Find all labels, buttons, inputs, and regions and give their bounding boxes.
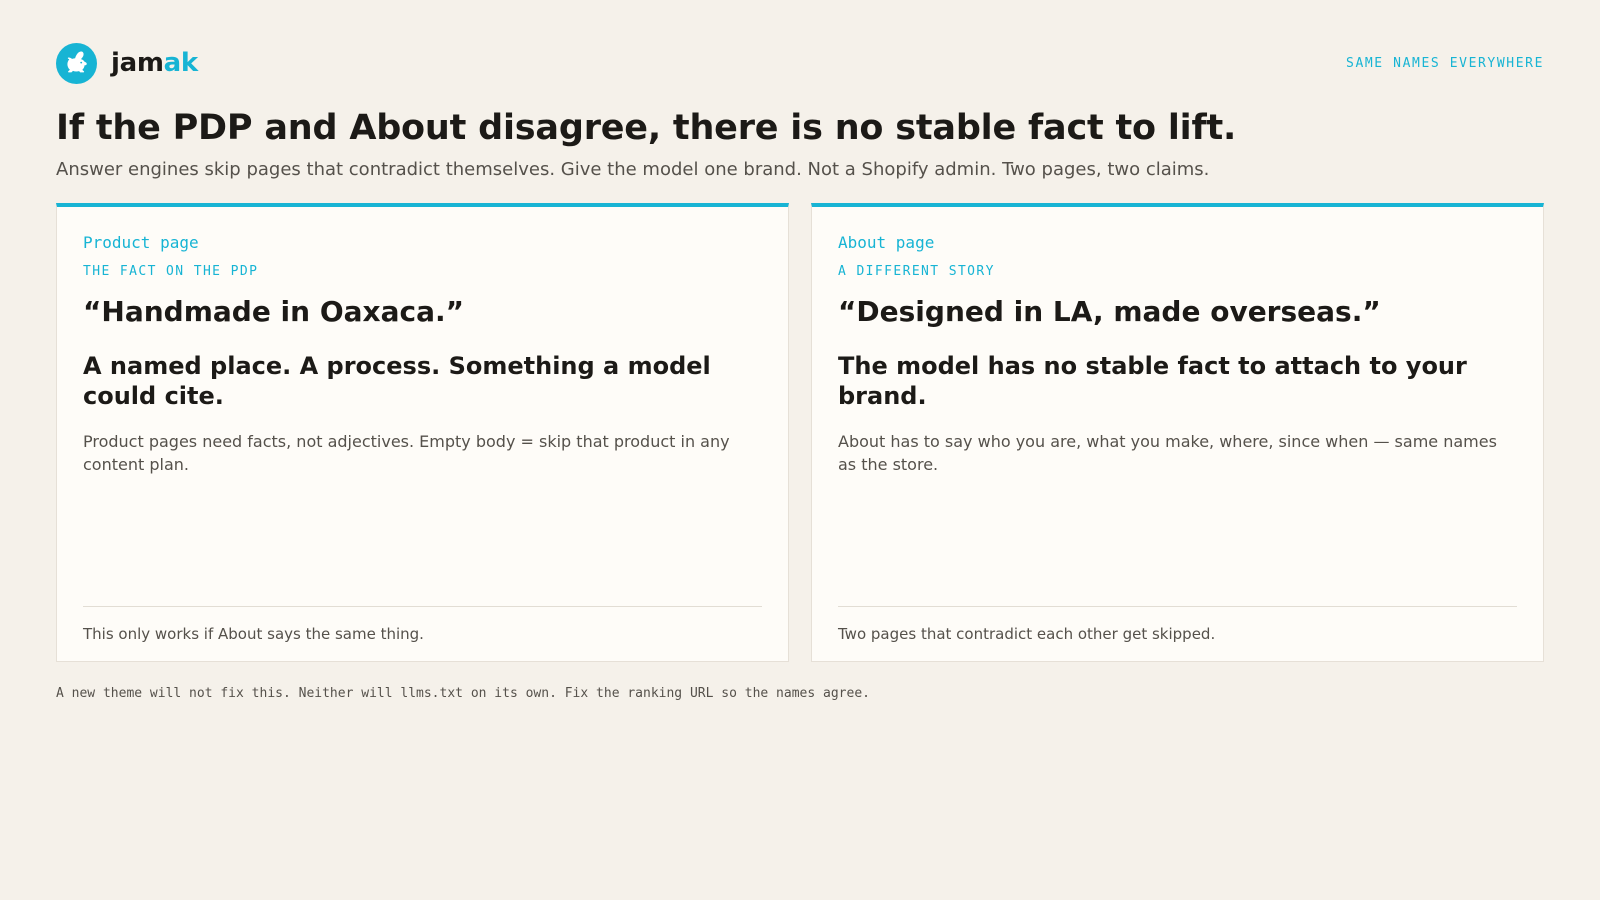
- card-heading: A named place. A process. Something a mo…: [83, 351, 711, 410]
- card-quote: “Designed in LA, made overseas.”: [838, 295, 1381, 329]
- card-eyebrow: A DIFFERENT STORY: [838, 264, 995, 280]
- card-eyebrow: THE FACT ON THE PDP: [83, 264, 259, 280]
- header-tagline: SAME NAMES EVERYWHERE: [1346, 55, 1544, 71]
- card-footer: This only works if About says the same t…: [83, 606, 762, 661]
- footnote: A new theme will not fix this. Neither w…: [56, 686, 870, 702]
- brand-wordmark: jamak: [111, 48, 198, 78]
- brand-wordmark-part2: ak: [163, 48, 199, 78]
- card-quote: “Handmade in Oaxaca.”: [83, 295, 465, 329]
- card-body: About has to say who you are, what you m…: [838, 431, 1497, 475]
- card-heading: The model has no stable fact to attach t…: [838, 351, 1467, 410]
- card-product-page: Product page THE FACT ON THE PDP “Handma…: [56, 203, 789, 663]
- brand-wordmark-part1: jam: [111, 48, 164, 78]
- page-title: If the PDP and About disagree, there is …: [56, 108, 1237, 148]
- card-about-page: About page A DIFFERENT STORY “Designed i…: [811, 203, 1544, 663]
- brand-link[interactable]: jamak: [56, 42, 198, 84]
- page-subtitle: Answer engines skip pages that contradic…: [56, 159, 1210, 180]
- page: jamak SAME NAMES EVERYWHERE If the PDP a…: [0, 0, 1600, 900]
- comparison-cards: Product page THE FACT ON THE PDP “Handma…: [56, 203, 1544, 663]
- card-kicker: Product page: [83, 233, 199, 253]
- card-body: Product pages need facts, not adjectives…: [83, 431, 730, 475]
- rabbit-icon: [56, 42, 97, 84]
- card-kicker: About page: [838, 233, 935, 253]
- header: jamak SAME NAMES EVERYWHERE: [56, 0, 1544, 124]
- card-footer: Two pages that contradict each other get…: [838, 606, 1517, 661]
